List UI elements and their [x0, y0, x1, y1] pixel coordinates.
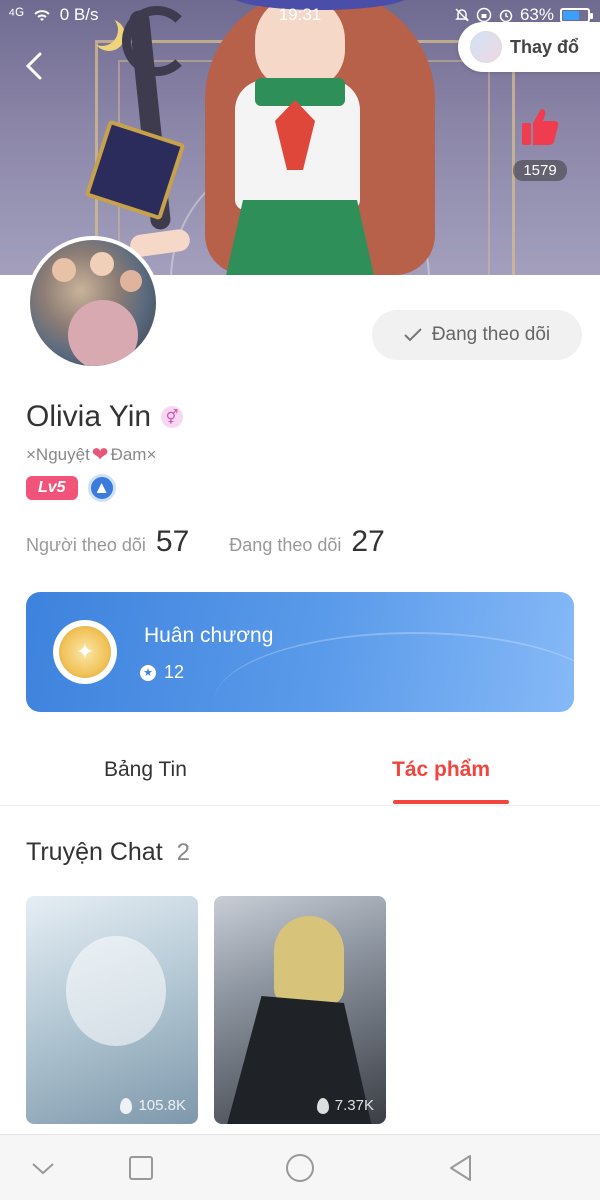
flame-icon: [120, 1097, 133, 1114]
nav-down-icon[interactable]: [28, 1153, 58, 1183]
back-icon: [25, 52, 42, 80]
lock-rotation-icon: [476, 7, 492, 23]
profile-name-row: Olivia Yin ⚥: [26, 400, 184, 434]
story-card[interactable]: 105.8K: [26, 896, 198, 1124]
gender-icon: ⚥: [161, 406, 184, 428]
flame-icon: [316, 1097, 329, 1114]
battery-icon: [560, 7, 593, 23]
following-count[interactable]: 27: [351, 525, 384, 559]
change-background-button[interactable]: Thay đổ: [458, 22, 600, 72]
medal-title: Huân chương: [144, 624, 274, 647]
signature-left: ×Nguyệt: [26, 444, 90, 464]
thumbs-up-icon: [522, 109, 559, 145]
followers-label[interactable]: Người theo dõi: [26, 535, 146, 556]
active-tab-indicator: [393, 800, 509, 804]
signature-right: Đam×: [110, 444, 157, 464]
story-views: 7.37K: [316, 1097, 374, 1114]
rank-emblem-icon[interactable]: [87, 474, 116, 502]
medal-count: 12: [164, 662, 185, 682]
profile-name: Olivia Yin: [26, 400, 152, 433]
story-views-count: 7.37K: [334, 1097, 374, 1114]
heart-icon: ❤: [91, 444, 109, 466]
nav-square-icon[interactable]: [126, 1153, 156, 1183]
background-thumbnail: [470, 31, 502, 63]
medal-icon: ✦: [53, 620, 117, 684]
story-views-count: 105.8K: [138, 1097, 186, 1114]
following-label[interactable]: Đang theo dõi: [229, 535, 341, 556]
tab-works[interactable]: Tác phẩm: [392, 758, 490, 782]
story-views: 105.8K: [120, 1097, 186, 1114]
like-widget[interactable]: 1579: [510, 105, 570, 181]
section-title: Truyện Chat: [26, 838, 163, 866]
level-badge[interactable]: Lv5: [26, 476, 78, 500]
system-nav-bar: [0, 1134, 600, 1200]
story-card[interactable]: 7.37K: [214, 896, 386, 1124]
chat-stories-header: Truyện Chat 2: [26, 838, 190, 867]
followers-count[interactable]: 57: [156, 525, 189, 559]
star-icon: ★: [140, 664, 156, 681]
back-button[interactable]: [22, 50, 52, 80]
nav-circle-icon[interactable]: [285, 1153, 315, 1183]
likes-count: 1579: [513, 160, 567, 181]
medal-card[interactable]: ✦ Huân chương ★ 12: [26, 592, 574, 712]
profile-tabs: Bảng Tin Tác phẩm: [0, 740, 600, 806]
change-background-label: Thay đổ: [510, 36, 580, 57]
medal-count-row: ★ 12: [140, 662, 184, 683]
bell-off-icon: [455, 8, 469, 22]
section-count: 2: [176, 839, 190, 866]
alarm-icon: [499, 9, 513, 23]
check-icon: [404, 328, 422, 342]
avatar[interactable]: [26, 236, 160, 370]
following-button-label: Đang theo dõi: [431, 324, 551, 345]
follow-stats: Người theo dõi 57 Đang theo dõi 27: [26, 525, 425, 559]
nav-back-triangle-icon[interactable]: [446, 1153, 476, 1183]
following-button[interactable]: Đang theo dõi: [372, 310, 582, 360]
tab-news-feed[interactable]: Bảng Tin: [104, 758, 187, 782]
profile-badges: Lv5: [26, 474, 116, 502]
profile-signature: ×Nguyệt ❤ Đam×: [26, 442, 156, 467]
